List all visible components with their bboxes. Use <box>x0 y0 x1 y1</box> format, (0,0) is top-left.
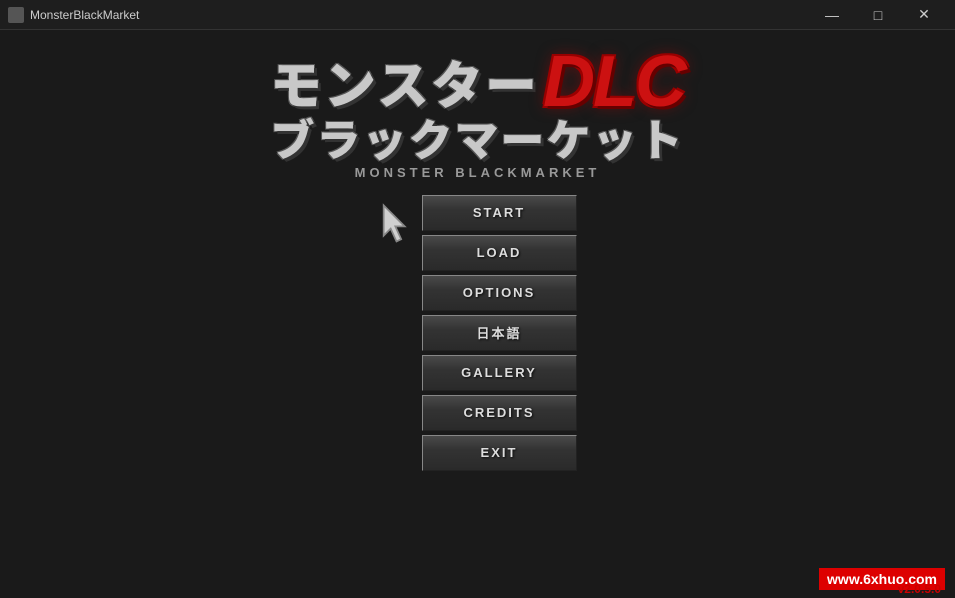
logo-japanese-bottom: ブラックマーケット <box>270 115 684 159</box>
minimize-button[interactable]: — <box>809 0 855 30</box>
gallery-button[interactable]: GALLERY <box>422 355 577 391</box>
app-icon <box>8 7 24 23</box>
menu-buttons: START LOAD OPTIONS 日本語 GALLERY CREDITS E… <box>422 195 577 471</box>
start-button[interactable]: START <box>422 195 577 231</box>
logo-japanese-top: モンスター <box>270 56 539 108</box>
main-content: モンスター DLC ブラックマーケット MONSTER BLACKMARKET … <box>0 30 955 598</box>
logo-bottom-row: ブラックマーケット <box>270 115 684 159</box>
credits-button[interactable]: CREDITS <box>422 395 577 431</box>
title-bar-controls: — □ ✕ <box>809 0 947 30</box>
title-bar: MonsterBlackMarket — □ ✕ <box>0 0 955 30</box>
logo-area: モンスター DLC ブラックマーケット MONSTER BLACKMARKET <box>270 50 685 180</box>
options-button[interactable]: OPTIONS <box>422 275 577 311</box>
maximize-button[interactable]: □ <box>855 0 901 30</box>
exit-button[interactable]: EXIT <box>422 435 577 471</box>
title-bar-left: MonsterBlackMarket <box>8 7 139 23</box>
load-button[interactable]: LOAD <box>422 235 577 271</box>
menu-area: START LOAD OPTIONS 日本語 GALLERY CREDITS E… <box>379 195 577 471</box>
version-text: v2.0.5.0 <box>898 582 941 596</box>
close-button[interactable]: ✕ <box>901 0 947 30</box>
language-button[interactable]: 日本語 <box>422 315 577 351</box>
logo-subtitle: MONSTER BLACKMARKET <box>355 165 601 180</box>
logo-japanese: モンスター DLC ブラックマーケット <box>270 50 685 159</box>
cursor-icon <box>379 203 414 244</box>
app-title: MonsterBlackMarket <box>30 8 139 22</box>
